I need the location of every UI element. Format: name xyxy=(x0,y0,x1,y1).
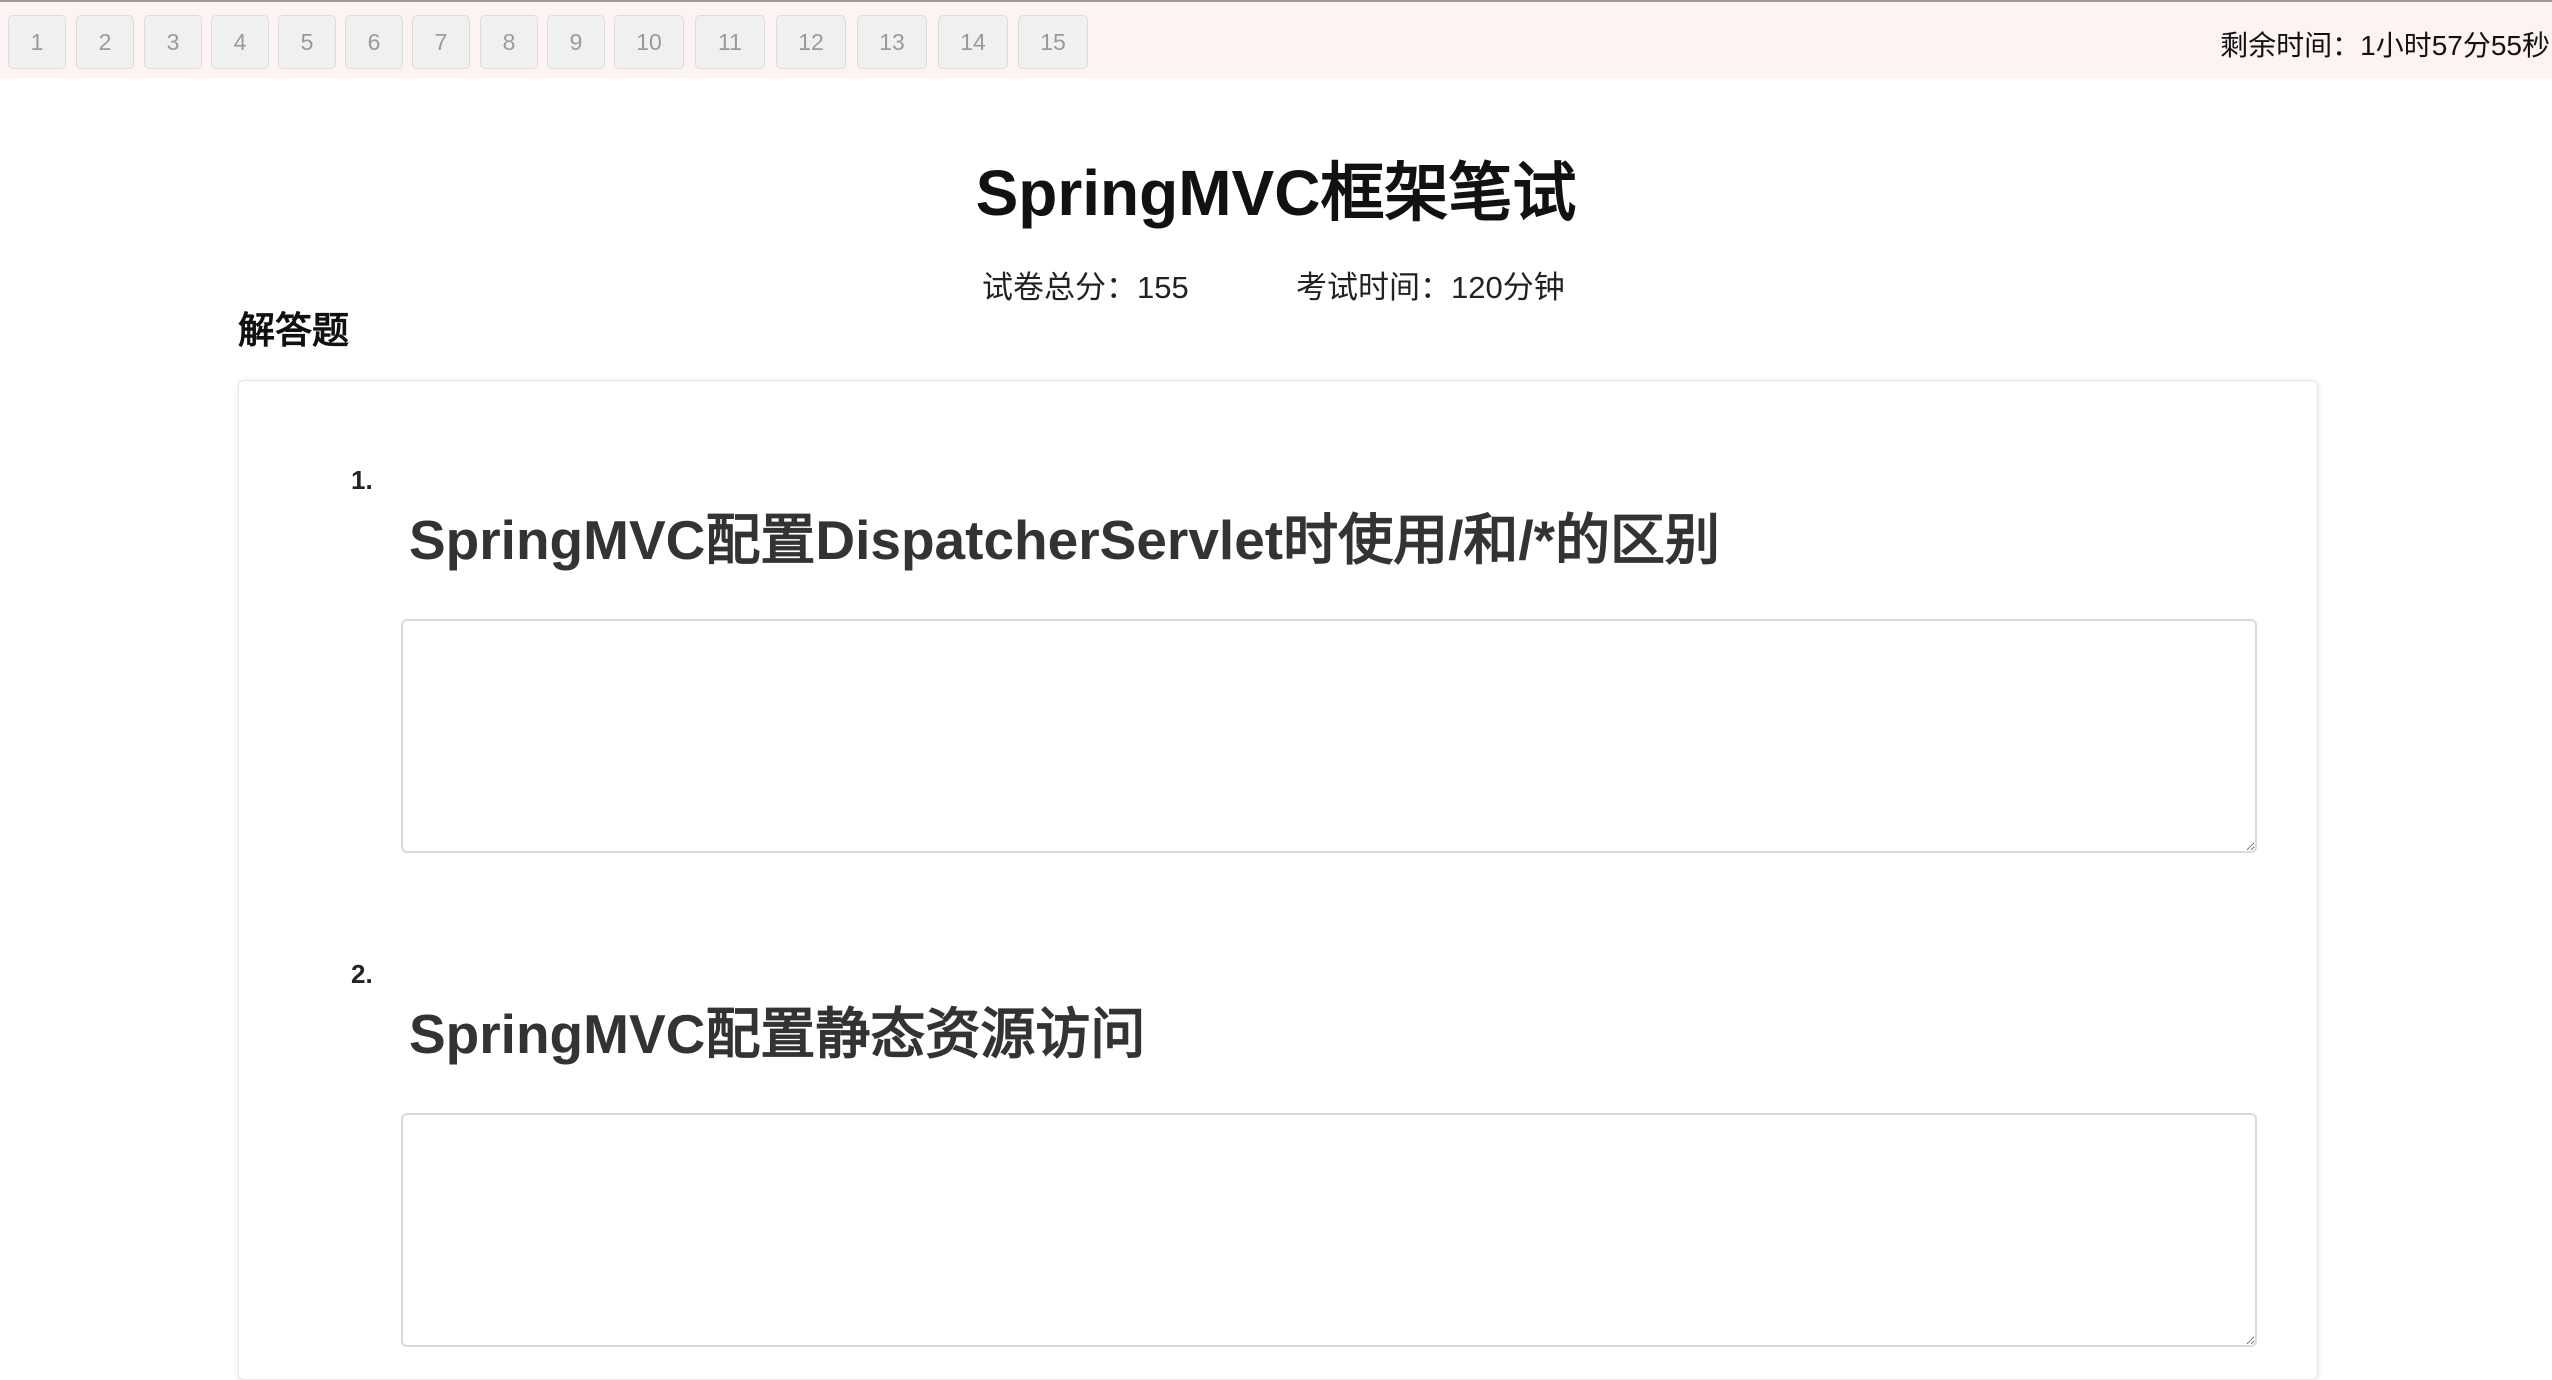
question-nav-button[interactable]: 9 xyxy=(547,15,605,69)
question-nav-button[interactable]: 14 xyxy=(938,15,1008,69)
total-score: 试卷总分：155 xyxy=(982,270,1189,305)
question-nav-button[interactable]: 2 xyxy=(76,15,134,69)
question-nav-button[interactable]: 15 xyxy=(1018,15,1088,69)
question-nav-button[interactable]: 6 xyxy=(345,15,403,69)
section-title: 解答题 xyxy=(238,310,349,351)
question-text: SpringMVC配置DispatcherServlet时使用/和/*的区别 xyxy=(409,509,1721,571)
question-nav-button[interactable]: 3 xyxy=(144,15,202,69)
question-number: 2. xyxy=(351,959,373,989)
exam-duration: 考试时间：120分钟 xyxy=(1296,270,1565,305)
answer-textarea[interactable] xyxy=(401,619,2257,853)
question-nav-button[interactable]: 8 xyxy=(480,15,538,69)
question-number: 1. xyxy=(351,465,373,495)
question-nav-button[interactable]: 12 xyxy=(776,15,846,69)
remaining-time: 剩余时间：1小时57分55秒 xyxy=(2220,30,2550,61)
question-nav-button[interactable]: 1 xyxy=(8,15,66,69)
exam-title: SpringMVC框架笔试 xyxy=(975,157,1577,229)
top-bar: 1 2 3 4 5 6 7 8 9 10 11 12 13 14 15 剩余时间… xyxy=(0,0,2552,78)
question-card: 1. SpringMVC配置DispatcherServlet时使用/和/*的区… xyxy=(238,380,2318,1380)
question-nav-button[interactable]: 13 xyxy=(857,15,927,69)
question-nav-button[interactable]: 4 xyxy=(211,15,269,69)
question-nav-button[interactable]: 10 xyxy=(614,15,684,69)
answer-textarea[interactable] xyxy=(401,1113,2257,1347)
question-text: SpringMVC配置静态资源访问 xyxy=(409,1003,1146,1065)
question-nav-button[interactable]: 11 xyxy=(695,15,765,69)
question-nav-button[interactable]: 5 xyxy=(278,15,336,69)
question-nav-button[interactable]: 7 xyxy=(412,15,470,69)
